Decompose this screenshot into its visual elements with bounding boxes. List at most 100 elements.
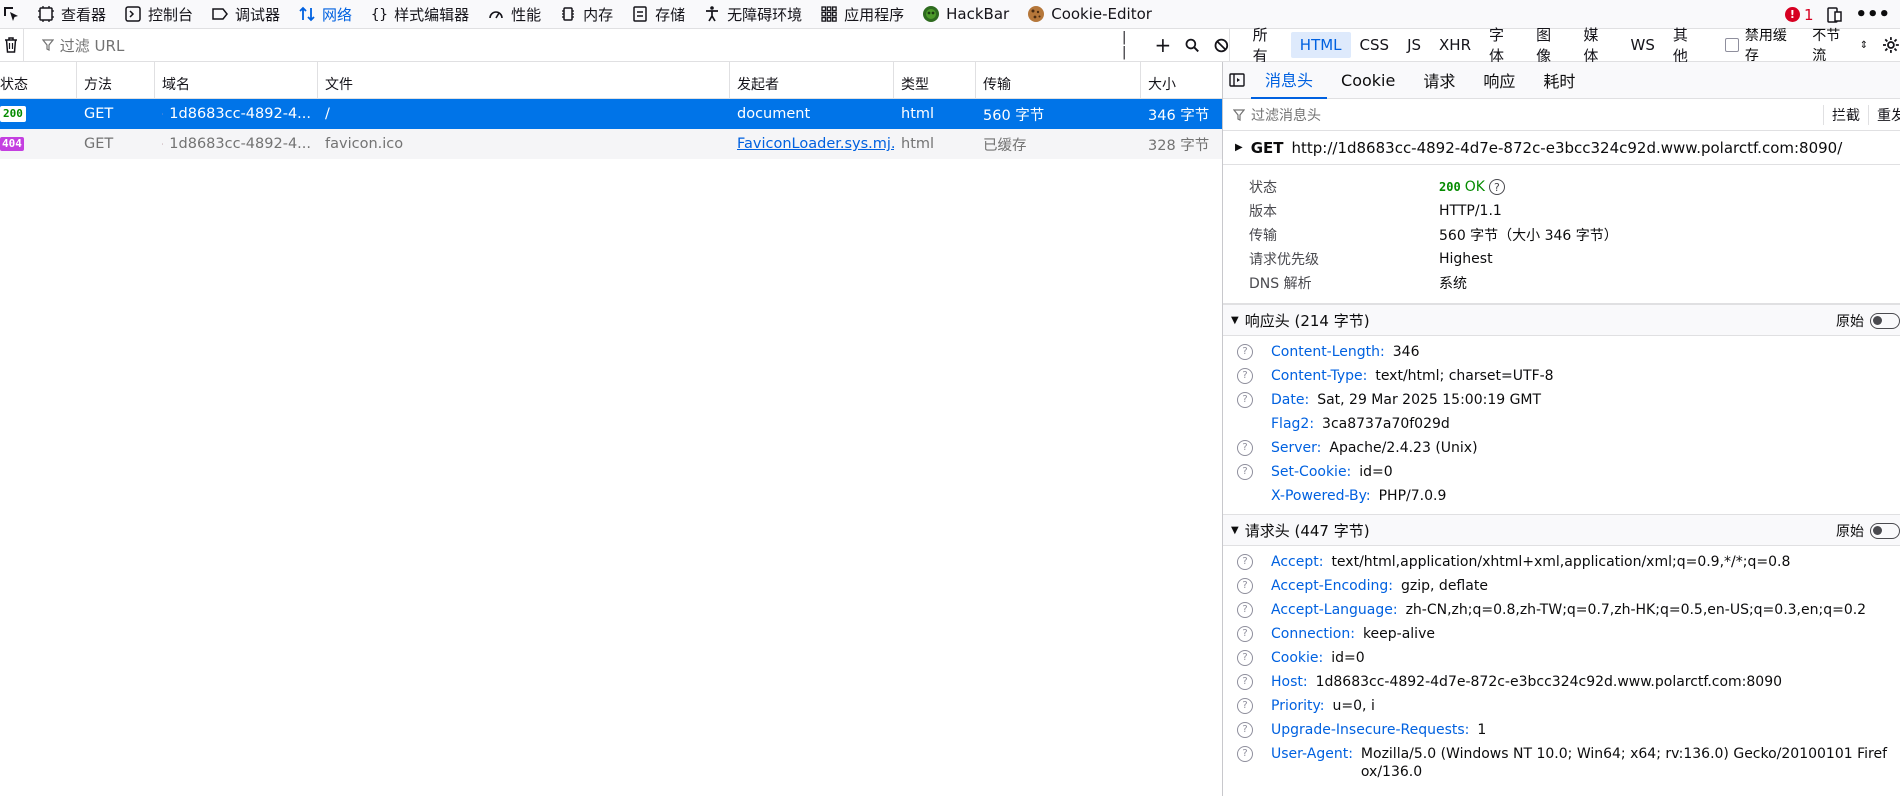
- help-icon[interactable]: ?: [1237, 674, 1253, 690]
- raw-toggle[interactable]: 原始: [1836, 515, 1900, 547]
- network-icon: [299, 6, 315, 22]
- error-count[interactable]: ! 1: [1784, 6, 1813, 24]
- help-icon[interactable]: ?: [1237, 392, 1253, 408]
- header-row[interactable]: ? Host: 1d8683cc-4892-4d7e-872c-e3bcc324c9…: [1223, 670, 1900, 694]
- filter-type-button[interactable]: WS: [1621, 32, 1663, 58]
- panel-tab[interactable]: 耗时: [1529, 62, 1589, 99]
- panel-tab[interactable]: 响应: [1469, 62, 1529, 99]
- filter-type-button[interactable]: XHR: [1430, 32, 1480, 58]
- add-request-icon[interactable]: +: [1154, 33, 1171, 57]
- throttle-select[interactable]: 不节流 ⇕: [1812, 25, 1868, 65]
- toggle-sidebar-button[interactable]: [1223, 62, 1251, 99]
- header-row[interactable]: ? Set-Cookie: id=0: [1223, 460, 1900, 484]
- header-row[interactable]: ? Accept-Language: zh-CN,zh;q=0.8,zh-TW;q=…: [1223, 598, 1900, 622]
- raw-switch[interactable]: [1870, 523, 1900, 539]
- header-row[interactable]: Flag2: 3ca8737a70f029d: [1223, 412, 1900, 436]
- header-row[interactable]: ? Upgrade-Insecure-Requests: 1: [1223, 718, 1900, 742]
- column-header[interactable]: 状态: [0, 61, 77, 98]
- request-headers-section-toggle[interactable]: ▼ 请求头 (447 字节) 原始: [1223, 514, 1900, 546]
- panel-tab[interactable]: Cookie: [1327, 62, 1409, 99]
- devtools-tab-accessibility[interactable]: 无障碍环境: [694, 0, 811, 29]
- element-picker-button[interactable]: [0, 0, 28, 29]
- help-icon[interactable]: ?: [1237, 464, 1253, 480]
- header-row[interactable]: ? Accept-Encoding: gzip, deflate: [1223, 574, 1900, 598]
- devtools-tab-debugger[interactable]: 调试器: [202, 0, 289, 29]
- header-row[interactable]: ? Cookie: id=0: [1223, 646, 1900, 670]
- header-row[interactable]: ? Server: Apache/2.4.23 (Unix): [1223, 436, 1900, 460]
- disable-cache-checkbox[interactable]: 禁用缓存: [1724, 25, 1800, 65]
- devtools-tab-cookie[interactable]: Cookie-Editor: [1018, 0, 1161, 29]
- help-icon[interactable]: ?: [1237, 440, 1253, 456]
- pause-icon[interactable]: | |: [1122, 30, 1141, 60]
- devtools-tab-application[interactable]: 应用程序: [811, 0, 913, 29]
- table-row[interactable]: 404 GET 1d8683cc-4892-4... favicon.ico Favic…: [0, 129, 1222, 159]
- devtools-tab-performance[interactable]: 性能: [478, 0, 550, 29]
- settings-gear-icon[interactable]: [1882, 36, 1900, 54]
- resend-button[interactable]: 重发: [1868, 105, 1900, 125]
- clear-requests-button[interactable]: [0, 28, 24, 62]
- filter-type-button[interactable]: CSS: [1351, 32, 1399, 58]
- help-icon[interactable]: ?: [1237, 746, 1253, 762]
- header-row[interactable]: ? Connection: keep-alive: [1223, 622, 1900, 646]
- block-button[interactable]: 拦截: [1823, 105, 1860, 125]
- url-filter-input[interactable]: 过滤 URL: [24, 35, 1104, 56]
- cell-text: html: [901, 136, 935, 152]
- devtools-tab-storage[interactable]: 存储: [622, 0, 694, 29]
- devtools-tab-style-editor[interactable]: {} 样式编辑器: [361, 0, 478, 29]
- help-icon[interactable]: ?: [1237, 722, 1253, 738]
- help-icon[interactable]: ?: [1488, 179, 1505, 195]
- block-icon[interactable]: [1214, 38, 1229, 53]
- help-icon[interactable]: ?: [1237, 344, 1253, 360]
- request-details-panel: 消息头Cookie请求响应耗时 过滤消息头 拦截 重发 ▶ GET http:/…: [1222, 62, 1900, 796]
- help-icon[interactable]: ?: [1237, 578, 1253, 594]
- devtools-tab-memory[interactable]: 内存: [550, 0, 622, 29]
- more-options-icon[interactable]: •••: [1855, 4, 1890, 25]
- column-header[interactable]: 大小: [1141, 61, 1222, 98]
- header-filter-input[interactable]: 过滤消息头 拦截 重发: [1223, 99, 1900, 131]
- raw-switch[interactable]: [1870, 313, 1900, 329]
- tab-label: 网络: [322, 5, 353, 24]
- help-icon[interactable]: ?: [1237, 650, 1253, 666]
- header-row[interactable]: ? User-Agent: Mozilla/5.0 (Windows NT 10.0…: [1223, 742, 1900, 781]
- filter-type-button[interactable]: JS: [1398, 32, 1430, 58]
- transfer-label: 传输: [1249, 228, 1277, 244]
- response-headers-section-toggle[interactable]: ▼ 响应头 (214 字节) 原始: [1223, 304, 1900, 336]
- checkbox-box[interactable]: [1724, 38, 1739, 52]
- column-header[interactable]: 类型: [894, 61, 976, 98]
- request-line[interactable]: ▶ GET http://1d8683cc-4892-4d7e-872c-e3b…: [1223, 131, 1900, 165]
- performance-icon: [489, 11, 503, 19]
- header-row[interactable]: X-Powered-By: PHP/7.0.9: [1223, 484, 1900, 508]
- version-value: HTTP/1.1: [1439, 203, 1502, 219]
- column-header[interactable]: 域名: [155, 61, 318, 98]
- header-name: Host:: [1271, 674, 1308, 690]
- column-header[interactable]: 传输: [976, 61, 1141, 98]
- table-row[interactable]: 200 GET 1d8683cc-4892-4... / document html 560…: [0, 99, 1222, 129]
- help-icon[interactable]: ?: [1237, 626, 1253, 642]
- help-icon[interactable]: ?: [1237, 368, 1253, 384]
- devtools-tab-console[interactable]: 控制台: [115, 0, 202, 29]
- panel-tab[interactable]: 消息头: [1251, 62, 1328, 99]
- column-header[interactable]: 文件: [318, 61, 730, 98]
- help-icon[interactable]: ?: [1237, 554, 1253, 570]
- column-header[interactable]: 发起者: [730, 61, 894, 98]
- panel-tab[interactable]: 请求: [1409, 62, 1469, 99]
- devtools-tab-inspector[interactable]: 查看器: [28, 0, 115, 29]
- header-row[interactable]: ? Date: Sat, 29 Mar 2025 15:00:19 GMT: [1223, 388, 1900, 412]
- header-row[interactable]: ? Content-Type: text/html; charset=UTF-8: [1223, 364, 1900, 388]
- filter-type-button[interactable]: HTML: [1290, 32, 1351, 58]
- header-row[interactable]: ? Content-Length: 346: [1223, 340, 1900, 364]
- header-row[interactable]: ? Priority: u=0, i: [1223, 694, 1900, 718]
- column-header[interactable]: 方法: [77, 61, 155, 98]
- responsive-design-icon[interactable]: [1825, 6, 1843, 24]
- cell-initiator: FaviconLoader.sys.mj...: [730, 136, 894, 152]
- cell-text[interactable]: FaviconLoader.sys.mj...: [737, 136, 894, 152]
- header-row[interactable]: ? Accept: text/html,application/xhtml+xml,…: [1223, 550, 1900, 574]
- search-icon[interactable]: [1185, 38, 1200, 53]
- tab-label: 控制台: [148, 5, 194, 24]
- help-icon[interactable]: ?: [1237, 698, 1253, 714]
- header-value: 3ca8737a70f029d: [1322, 416, 1450, 432]
- devtools-tab-network[interactable]: 网络: [289, 0, 361, 29]
- help-icon[interactable]: ?: [1237, 602, 1253, 618]
- devtools-tab-hackbar[interactable]: HackBar: [913, 0, 1018, 29]
- raw-toggle[interactable]: 原始: [1836, 305, 1900, 337]
